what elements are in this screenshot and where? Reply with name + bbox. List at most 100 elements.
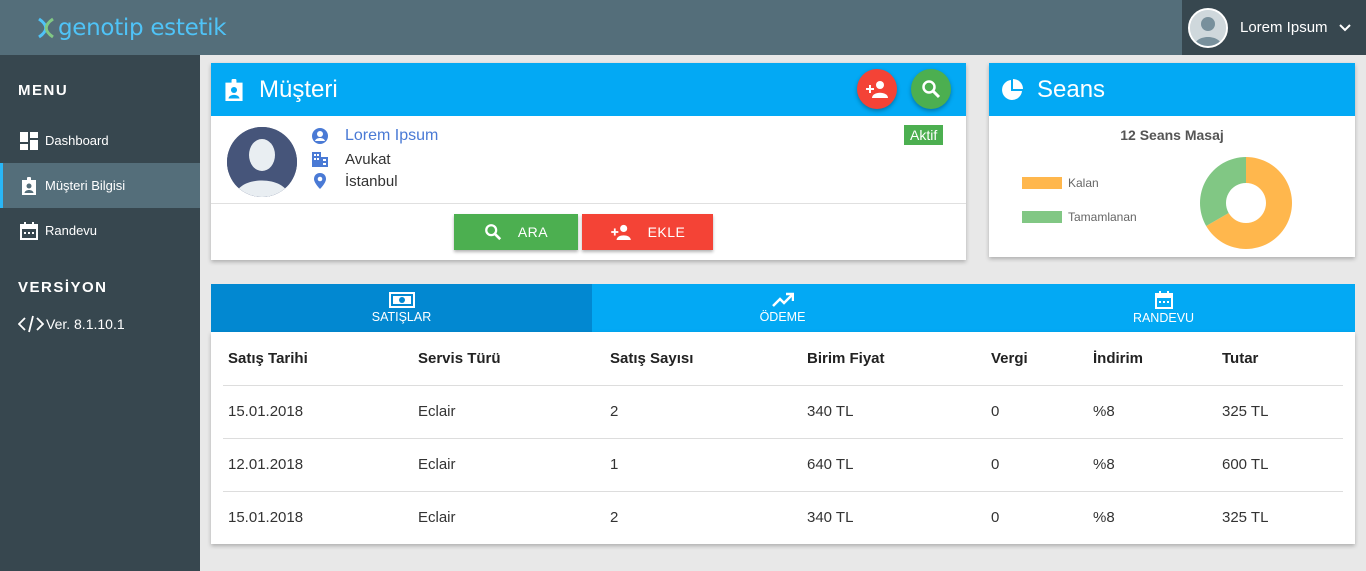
cell-date: 15.01.2018 [223,385,413,439]
legend-label-kalan: Kalan [1068,176,1099,190]
tab-odeme[interactable]: ÖDEME [592,284,973,332]
cell-count: 1 [605,438,802,492]
tab-randevu[interactable]: RANDEVU [973,284,1354,332]
customer-name[interactable]: Lorem Ipsum [345,127,438,145]
version-heading: VERSİYON [18,279,108,296]
add-button-label: EKLE [647,224,686,240]
sessions-card-title: Seans [1037,75,1106,103]
column-header[interactable]: Satış Tarihi [223,332,413,386]
customer-occupation: Avukat [345,150,391,168]
tab-satislar[interactable]: SATIŞLAR [211,284,592,332]
customer-card-title: Müşteri [259,75,338,103]
cell-discount: %8 [1093,509,1115,527]
add-button[interactable]: EKLE [582,214,713,250]
pie-chart-icon [1002,78,1023,100]
cell-service: Eclair [413,438,605,492]
customer-city: İstanbul [345,172,398,190]
money-icon [388,292,415,308]
search-icon [484,224,501,241]
location-pin-icon [314,173,326,189]
customer-occupation-row: Avukat [311,150,391,168]
table-header-row: Satış Tarihi Servis Türü Satış Sayısı Bi… [223,332,1343,386]
sidebar-item-randevu[interactable]: Randevu [0,208,200,253]
user-name: Lorem Ipsum [1240,19,1328,36]
divider [211,203,966,204]
cell-tax: 0 [991,509,1000,527]
code-icon [18,315,44,333]
customer-card: Müşteri Lorem Ipsum Avukat İstanbul Akti… [211,63,966,260]
sidebar-item-label: Dashboard [45,133,109,148]
search-button-label: ARA [517,224,549,240]
legend-item-tamamlanan: Tamamlanan [1022,210,1137,224]
sessions-card-header: Seans [989,63,1355,116]
customer-card-header: Müşteri [211,63,966,116]
customer-name-row: Lorem Ipsum [311,127,438,145]
search-customer-fab[interactable] [911,69,951,109]
business-icon [312,152,328,167]
calendar-icon [20,221,38,240]
sales-table: Satış Tarihi Servis Türü Satış Sayısı Bi… [223,332,1343,544]
cell-service: Eclair [418,509,456,527]
top-bar: genotip estetik Lorem Ipsum [0,0,1366,55]
cell-count: 2 [605,385,802,439]
badge-icon [225,78,243,101]
status-badge: Aktif [904,125,944,145]
legend-swatch-tamamlanan [1022,211,1062,223]
customer-avatar [227,127,297,197]
column-header[interactable]: Satış Sayısı [605,332,802,386]
tab-label: ÖDEME [759,310,806,324]
cell-total: 325 TL [1222,509,1269,527]
add-customer-fab[interactable] [857,69,897,109]
table-row[interactable]: 12.01.2018 Eclair 1 640 TL 0 %8 600 TL [223,438,1343,492]
cell-date: 12.01.2018 [223,438,413,492]
cell-discount: %8 [1088,438,1217,492]
sidebar-item-label: Randevu [45,223,98,238]
sessions-donut-chart [1200,157,1292,249]
tab-label: RANDEVU [1132,311,1195,325]
cell-service: Eclair [413,385,605,439]
tab-bar: SATIŞLAR ÖDEME RANDEVU [211,284,1355,332]
calendar-icon [1154,291,1173,309]
user-menu[interactable]: Lorem Ipsum [1182,0,1366,55]
badge-icon [22,176,36,195]
trending-up-icon [771,292,794,307]
cell-unit-price: 340 TL [802,385,986,439]
sidebar-item-label: Müşteri Bilgisi [45,178,126,193]
column-header[interactable]: Vergi [986,332,1088,386]
cell-tax: 0 [986,385,1088,439]
table-row[interactable]: 15.01.2018 Eclair 2 340 TL 0 %8 325 TL [223,491,1343,544]
search-button[interactable]: ARA [454,214,578,250]
cell-unit-price: 340 TL [807,509,854,527]
column-header[interactable]: Servis Türü [413,332,605,386]
cell-tax: 0 [986,438,1088,492]
version-row: Ver. 8.1.10.1 [18,315,200,333]
sidebar: MENU Dashboard Müşteri Bilgisi Randevu V… [0,55,200,571]
cell-count: 2 [610,509,619,527]
account-circle-icon [312,128,328,144]
menu-heading: MENU [18,82,69,99]
dashboard-icon [20,131,38,150]
cell-date: 15.01.2018 [228,509,304,527]
cell-total: 325 TL [1217,385,1343,439]
chevron-down-icon [1338,23,1351,31]
customer-city-row: İstanbul [311,172,398,190]
donut-slice-tamamlanan[interactable] [1200,157,1246,226]
legend-item-kalan: Kalan [1022,176,1099,190]
column-header[interactable]: Birim Fiyat [802,332,986,386]
chart-title: 12 Seans Masaj [1120,127,1224,143]
search-icon [922,80,941,99]
legend-label-tamamlanan: Tamamlanan [1068,210,1137,224]
version-text: Ver. 8.1.10.1 [46,316,125,332]
table-row[interactable]: 15.01.2018 Eclair 2 340 TL 0 %8 325 TL [223,385,1343,439]
cell-discount: %8 [1088,385,1217,439]
column-header[interactable]: Tutar [1217,332,1343,386]
user-avatar [1188,7,1228,48]
cell-unit-price: 640 TL [802,438,986,492]
sidebar-item-musteri-bilgisi[interactable]: Müşteri Bilgisi [0,163,200,208]
person-add-icon [610,224,631,240]
logo[interactable]: genotip estetik [36,12,227,44]
legend-swatch-kalan [1022,177,1062,189]
column-header[interactable]: İndirim [1088,332,1217,386]
dna-logo-icon [38,17,54,39]
sidebar-item-dashboard[interactable]: Dashboard [0,118,200,163]
